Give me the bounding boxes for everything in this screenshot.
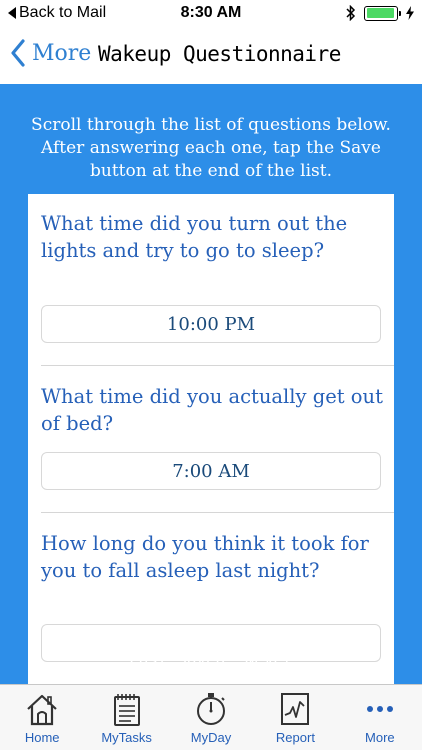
questionnaire-area: Scroll through the list of questions bel… (0, 84, 422, 716)
bluetooth-icon (346, 5, 356, 21)
more-icon (366, 706, 393, 712)
last-saved-status: Last Saved: Never (129, 650, 293, 669)
tab-label: Home (24, 730, 60, 745)
question-text: How long do you think it took for you to… (41, 532, 369, 582)
battery-icon (364, 5, 401, 21)
question-text: What time did you turn out the lights an… (41, 212, 348, 262)
tab-myday[interactable]: MyDay (169, 685, 253, 750)
tab-bar: Home MyTasks MyDay Report More (0, 684, 422, 750)
tab-label: More (365, 730, 395, 745)
nav-back-button[interactable]: More (10, 39, 91, 67)
question-text: What time did you actually get out of be… (41, 385, 383, 435)
stopwatch-icon (197, 693, 226, 725)
nav-back-label: More (32, 40, 92, 66)
tab-label: Report (275, 730, 315, 745)
tab-home[interactable]: Home (0, 685, 84, 750)
divider (41, 512, 394, 513)
tab-label: MyTasks (101, 730, 152, 745)
intro-instructions: Scroll through the list of questions bel… (31, 115, 391, 181)
tasks-icon (113, 694, 140, 726)
status-indicators (346, 5, 414, 21)
tab-more[interactable]: More (338, 685, 422, 750)
tab-label: MyDay (190, 730, 232, 745)
home-icon (27, 694, 57, 726)
time-answer-field[interactable]: 7:00 AM (41, 452, 381, 490)
tab-report[interactable]: Report (253, 685, 337, 750)
status-bar: Back to Mail 8:30 AM (0, 0, 422, 30)
charging-bolt-icon (406, 6, 414, 20)
battery-level (366, 8, 395, 18)
divider (41, 365, 394, 366)
chevron-left-icon (11, 39, 25, 67)
chart-icon (281, 693, 310, 725)
questions-list[interactable]: What time did you turn out the lights an… (28, 194, 394, 716)
time-answer-field[interactable]: 10:00 PM (41, 305, 381, 343)
tab-mytasks[interactable]: MyTasks (84, 685, 168, 750)
page-title: Wakeup Questionnaire (98, 42, 341, 66)
navigation-bar: More Wakeup Questionnaire (0, 30, 422, 84)
